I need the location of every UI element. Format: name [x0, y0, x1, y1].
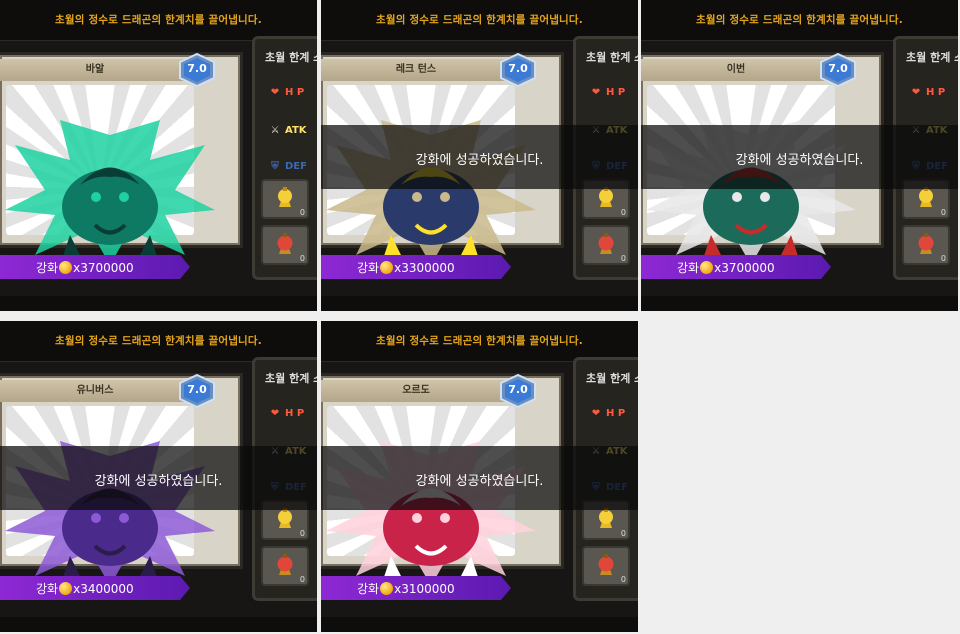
upgrade-cost-label: 강화 x3300000 — [357, 261, 455, 275]
slot-count: 0 — [299, 208, 305, 217]
upgrade-button[interactable]: 강화 x3400000 — [0, 576, 190, 600]
dragon-name: 이번 — [641, 59, 831, 81]
slot-count: 0 — [299, 529, 305, 538]
dragon-tile: 초월의 정수로 드래곤의 한계치를 끌어냅니다. 바알 7.0 초월 한계 스 … — [0, 0, 317, 311]
upgrade-button[interactable]: 강화 x3100000 — [321, 576, 511, 600]
upgrade-cost-label: 강화 x3700000 — [677, 261, 775, 275]
header-text: 초월의 정수로 드래곤의 한계치를 끌어냅니다. — [55, 14, 262, 26]
dragon-name: 레크 턴스 — [321, 59, 511, 81]
upgrade-cost-label: 강화 x3400000 — [36, 582, 134, 596]
bottom-bar — [321, 617, 638, 632]
slot-count: 0 — [940, 254, 946, 263]
slot-count: 0 — [620, 254, 626, 263]
heart-icon: ❤ — [911, 87, 921, 98]
success-toast: 강화에 성공하였습니다. — [735, 153, 864, 168]
stat-atk: ⚔ATK — [267, 125, 307, 141]
red-essence-icon — [911, 231, 941, 263]
red-essence-icon — [591, 552, 621, 584]
dragon-tile: 초월의 정수로 드래곤의 한계치를 끌어냅니다. 유니버스 7.0 초월 한계 … — [0, 321, 317, 632]
stats-title: 초월 한계 스 — [265, 372, 317, 385]
stats-title: 초월 한계 스 — [586, 51, 638, 64]
dragon-tile: 초월의 정수로 드래곤의 한계치를 끌어냅니다. 이번 7.0 초월 한계 스 … — [641, 0, 958, 311]
heart-icon: ❤ — [270, 87, 280, 98]
bottom-bar — [0, 296, 317, 311]
heart-icon: ❤ — [591, 408, 601, 419]
level-value: 7.0 — [187, 62, 207, 75]
level-value: 7.0 — [508, 62, 528, 75]
level-badge: 7.0 — [499, 373, 537, 409]
stats-panel: 초월 한계 스 ❤H P ⚔ATK ⛨DEF 0 0 — [252, 36, 317, 280]
slot-count: 0 — [299, 254, 305, 263]
red-essence-icon — [591, 231, 621, 263]
slot-count: 0 — [620, 208, 626, 217]
swords-icon: ⚔ — [270, 125, 280, 136]
level-badge: 7.0 — [499, 52, 537, 88]
dragon-name: 유니버스 — [0, 380, 190, 402]
gold-coin-icon — [380, 582, 394, 595]
stat-hp: ❤ H P — [588, 408, 625, 424]
bottom-bar — [0, 617, 317, 632]
gold-essence-icon — [270, 185, 300, 217]
heart-icon: ❤ — [591, 87, 601, 98]
gold-coin-icon — [59, 582, 73, 595]
gold-essence-icon — [591, 185, 621, 217]
dragon-name: 바알 — [0, 59, 190, 81]
dragon-tile: 초월의 정수로 드래곤의 한계치를 끌어냅니다. 레크 턴스 7.0 초월 한계… — [321, 0, 638, 311]
gold-coin-icon — [380, 261, 394, 274]
bottom-bar — [321, 296, 638, 311]
red-essence-icon — [270, 231, 300, 263]
upgrade-cost-label: 강화 x3100000 — [357, 582, 455, 596]
gold-coin-icon — [700, 261, 714, 274]
essence-slot-red[interactable]: 0 — [582, 546, 630, 586]
shield-icon: ⛨ — [271, 161, 279, 172]
slot-count: 0 — [940, 208, 946, 217]
success-toast: 강화에 성공하였습니다. — [415, 153, 544, 168]
stat-def: ⛨DEF — [267, 161, 307, 177]
header-text: 초월의 정수로 드래곤의 한계치를 끌어냅니다. — [376, 335, 583, 347]
success-toast: 강화에 성공하였습니다. — [415, 474, 544, 489]
essence-slot-red[interactable]: 0 — [261, 546, 309, 586]
gold-essence-icon — [270, 506, 300, 538]
red-essence-icon — [270, 552, 300, 584]
slot-count: 0 — [620, 529, 626, 538]
essence-slot-gold[interactable]: 0 — [261, 179, 309, 219]
level-badge: 7.0 — [178, 373, 216, 409]
level-value: 7.0 — [187, 383, 207, 396]
upgrade-button[interactable]: 강화 x3700000 — [0, 255, 190, 279]
header-text: 초월의 정수로 드래곤의 한계치를 끌어냅니다. — [696, 14, 903, 26]
stats-title: 초월 한계 스 — [586, 372, 638, 385]
essence-slot-red[interactable]: 0 — [582, 225, 630, 265]
success-toast: 강화에 성공하였습니다. — [94, 474, 223, 489]
header-text: 초월의 정수로 드래곤의 한계치를 끌어냅니다. — [55, 335, 262, 347]
gold-essence-icon — [591, 506, 621, 538]
heart-icon: ❤ — [270, 408, 280, 419]
slot-count: 0 — [620, 575, 626, 584]
stat-hp: ❤ H P — [267, 87, 304, 103]
header-text: 초월의 정수로 드래곤의 한계치를 끌어냅니다. — [376, 14, 583, 26]
level-badge: 7.0 — [819, 52, 857, 88]
slot-count: 0 — [299, 575, 305, 584]
essence-slot-red[interactable]: 0 — [261, 225, 309, 265]
stats-title: 초월 한계 스 — [906, 51, 958, 64]
level-value: 7.0 — [508, 383, 528, 396]
gold-essence-icon — [911, 185, 941, 217]
bottom-bar — [641, 296, 958, 311]
dragon-name: 오르도 — [321, 380, 511, 402]
stat-hp: ❤ H P — [908, 87, 945, 103]
upgrade-button[interactable]: 강화 x3300000 — [321, 255, 511, 279]
level-value: 7.0 — [828, 62, 848, 75]
stat-hp: ❤ H P — [588, 87, 625, 103]
upgrade-cost-label: 강화 x3700000 — [36, 261, 134, 275]
dragon-tile: 초월의 정수로 드래곤의 한계치를 끌어냅니다. 오르도 7.0 초월 한계 스… — [321, 321, 638, 632]
dragon-image — [0, 115, 220, 275]
gold-coin-icon — [59, 261, 73, 274]
stat-hp: ❤ H P — [267, 408, 304, 424]
upgrade-button[interactable]: 강화 x3700000 — [641, 255, 831, 279]
stats-title: 초월 한계 스 — [265, 51, 317, 64]
level-badge: 7.0 — [178, 52, 216, 88]
essence-slot-red[interactable]: 0 — [902, 225, 950, 265]
